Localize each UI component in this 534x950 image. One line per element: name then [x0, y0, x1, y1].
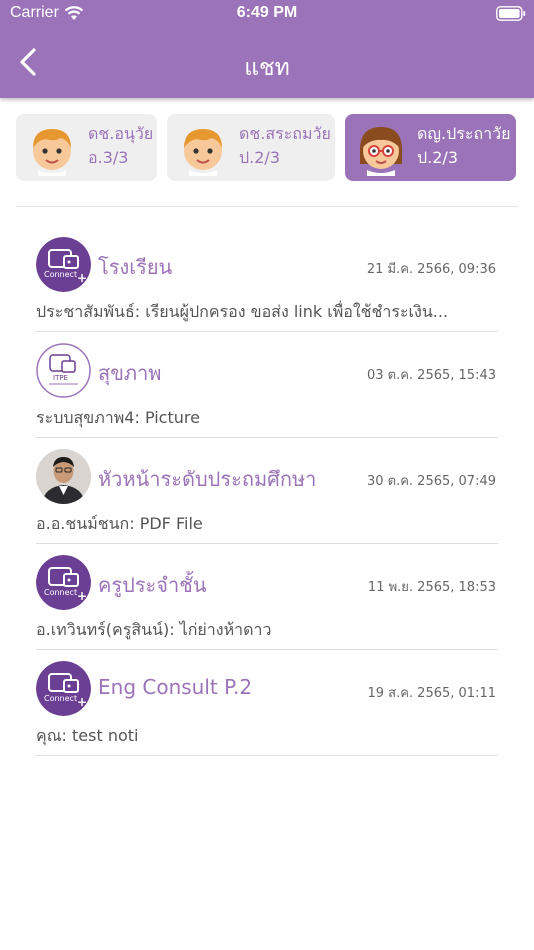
connect-logo-icon: Connect +	[36, 661, 91, 716]
svg-text:Connect: Connect	[44, 270, 77, 279]
chat-preview: อ.เทวินทร์(ครูสินน์): ไก่ย่างห้าดาว	[36, 620, 272, 639]
chat-name: ครูประจำชั้น	[98, 573, 207, 597]
chat-preview: คุณ: test noti	[36, 726, 139, 745]
chat-preview: ระบบสุขภาพ4: Picture	[36, 408, 200, 427]
status-bar: Carrier 6:49 PM	[0, 0, 534, 28]
chat-timestamp: 11 พ.ย. 2565, 18:53	[367, 580, 496, 595]
header-bar: Carrier 6:49 PM แชท	[0, 0, 534, 98]
child-tab-1[interactable]: ดช.อนุวัย อ.3/3	[16, 114, 157, 181]
child-class: ป.2/3	[239, 148, 280, 167]
chat-timestamp: 21 มี.ค. 2566, 09:36	[366, 262, 496, 277]
child-class: อ.3/3	[88, 148, 129, 167]
girl-avatar-icon	[360, 127, 402, 176]
health-logo-icon: ITPE	[36, 343, 91, 398]
page-title: แชท	[244, 55, 290, 81]
child-selector: ดช.อนุวัย อ.3/3 ดช.สระถมวัย ป.2/3 ดญ.ประ…	[16, 114, 518, 182]
child-info: ดช.อนุวัย อ.3/3	[88, 122, 153, 170]
boy-avatar-icon	[33, 129, 71, 176]
connect-logo-icon: Connect +	[36, 555, 91, 610]
clock-label: 6:49 PM	[236, 4, 298, 21]
battery-icon	[496, 6, 526, 21]
child-class: ป.2/3	[417, 148, 458, 167]
chat-preview: ประชาสัมพันธ์: เรียนผู้ปกครอง ขอส่ง link…	[36, 302, 449, 321]
child-name: ดช.สระถมวัย	[239, 124, 331, 143]
chat-item-eng-consult[interactable]: Connect + Eng Consult P.2 19 ส.ค. 2565, …	[36, 650, 498, 756]
chat-screen: Carrier 6:49 PM แชท ดช.อนุวัย อ.3/3 ดช.ส…	[0, 0, 534, 950]
svg-text:+: +	[77, 589, 87, 603]
connect-logo-icon: Connect +	[36, 237, 91, 292]
divider	[16, 206, 518, 207]
chat-preview: อ.อ.ชนม์ชนก: PDF File	[36, 514, 203, 533]
svg-text:ITPE: ITPE	[53, 374, 68, 382]
chat-timestamp: 19 ส.ค. 2565, 01:11	[367, 686, 496, 701]
person-photo-icon	[36, 449, 91, 504]
child-tab-3[interactable]: ดญ.ประถาวัย ป.2/3	[345, 114, 516, 181]
chat-item-health[interactable]: ITPE สุขภาพ 03 ต.ค. 2565, 15:43 ระบบสุขภ…	[36, 332, 498, 438]
child-info: ดช.สระถมวัย ป.2/3	[239, 122, 331, 170]
chat-name: โรงเรียน	[98, 255, 173, 279]
child-name: ดญ.ประถาวัย	[417, 124, 511, 143]
chat-name: Eng Consult P.2	[98, 675, 253, 699]
chat-list: Connect + โรงเรียน 21 มี.ค. 2566, 09:36 …	[36, 226, 498, 756]
svg-text:Connect: Connect	[44, 588, 77, 597]
child-tab-2[interactable]: ดช.สระถมวัย ป.2/3	[167, 114, 335, 181]
child-name: ดช.อนุวัย	[88, 124, 154, 143]
chat-name: หัวหน้าระดับประถมศึกษา	[98, 467, 317, 491]
chat-item-homeroom-teacher[interactable]: Connect + ครูประจำชั้น 11 พ.ย. 2565, 18:…	[36, 544, 498, 650]
chat-item-head-primary[interactable]: หัวหน้าระดับประถมศึกษา 30 ต.ค. 2565, 07:…	[36, 438, 498, 544]
chat-timestamp: 30 ต.ค. 2565, 07:49	[366, 474, 496, 489]
chat-timestamp: 03 ต.ค. 2565, 15:43	[366, 368, 496, 383]
svg-text:+: +	[77, 271, 87, 285]
child-info: ดญ.ประถาวัย ป.2/3	[417, 122, 510, 170]
chat-item-school[interactable]: Connect + โรงเรียน 21 มี.ค. 2566, 09:36 …	[36, 226, 498, 332]
svg-text:Connect: Connect	[44, 694, 77, 703]
chat-name: สุขภาพ	[98, 361, 162, 385]
boy-avatar-icon	[184, 129, 222, 176]
svg-text:+: +	[77, 695, 87, 709]
